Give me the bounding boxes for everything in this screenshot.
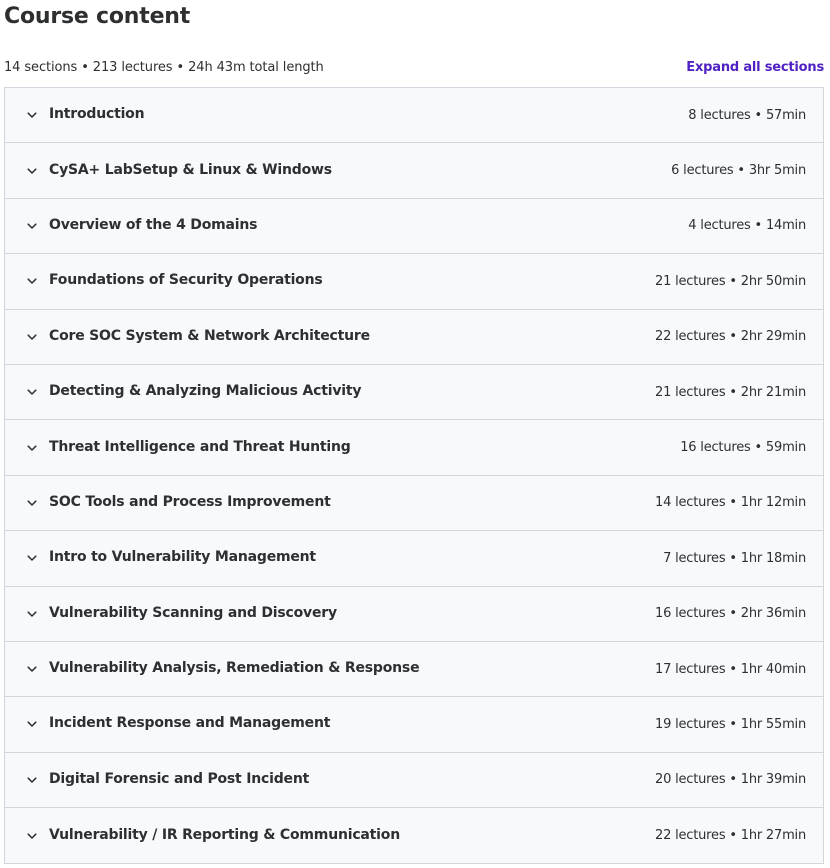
chevron-down-icon — [25, 551, 39, 565]
section-meta: 21 lectures • 2hr 21min — [655, 384, 806, 400]
chevron-down-icon — [25, 385, 39, 399]
chevron-down-icon — [25, 219, 39, 233]
section-row-10[interactable]: Vulnerability Scanning and Discovery 16 … — [5, 586, 823, 642]
section-title: Vulnerability Analysis, Remediation & Re… — [49, 660, 420, 677]
section-row-1[interactable]: Introduction 8 lectures • 57min — [5, 88, 823, 144]
section-row-5[interactable]: Core SOC System & Network Architecture 2… — [5, 309, 823, 365]
section-meta: 22 lectures • 2hr 29min — [655, 329, 806, 345]
section-meta: 20 lectures • 1hr 39min — [655, 772, 806, 788]
section-row-9[interactable]: Intro to Vulnerability Management 7 lect… — [5, 531, 823, 587]
section-title: Threat Intelligence and Threat Hunting — [49, 438, 351, 455]
section-meta: 17 lectures • 1hr 40min — [655, 661, 806, 677]
chevron-down-icon — [25, 496, 39, 510]
section-row-11[interactable]: Vulnerability Analysis, Remediation & Re… — [5, 641, 823, 698]
section-title: Foundations of Security Operations — [49, 272, 323, 289]
section-meta: 19 lectures • 1hr 55min — [655, 716, 806, 732]
section-title: Detecting & Analyzing Malicious Activity — [49, 383, 362, 400]
section-meta: 8 lectures • 57min — [688, 107, 806, 123]
section-meta: 21 lectures • 2hr 50min — [655, 273, 806, 289]
section-title: SOC Tools and Process Improvement — [49, 493, 331, 510]
section-title: CySA+ LabSetup & Linux & Windows — [49, 161, 332, 178]
chevron-down-icon — [25, 607, 39, 621]
section-row-7[interactable]: Threat Intelligence and Threat Hunting 1… — [5, 420, 823, 476]
section-row-4[interactable]: Foundations of Security Operations 21 le… — [5, 254, 823, 310]
page-title: Course content — [4, 4, 191, 29]
section-meta: 16 lectures • 59min — [680, 440, 806, 456]
section-row-13[interactable]: Digital Forensic and Post Incident 20 le… — [5, 752, 823, 809]
section-title: Vulnerability / IR Reporting & Communica… — [49, 826, 400, 843]
section-title: Incident Response and Management — [49, 715, 331, 732]
chevron-down-icon — [25, 717, 39, 731]
section-meta: 7 lectures • 1hr 18min — [663, 550, 806, 566]
chevron-down-icon — [25, 274, 39, 288]
section-title: Vulnerability Scanning and Discovery — [49, 604, 337, 621]
section-meta: 6 lectures • 3hr 5min — [671, 163, 806, 179]
chevron-down-icon — [25, 773, 39, 787]
section-title: Digital Forensic and Post Incident — [49, 770, 310, 787]
section-meta: 22 lectures • 1hr 27min — [655, 828, 806, 844]
chevron-down-icon — [25, 441, 39, 455]
section-title: Core SOC System & Network Architecture — [49, 327, 370, 344]
chevron-down-icon — [25, 829, 39, 843]
section-title: Introduction — [49, 106, 145, 123]
section-row-6[interactable]: Detecting & Analyzing Malicious Activity… — [5, 364, 823, 421]
section-meta: 14 lectures • 1hr 12min — [655, 495, 806, 511]
section-row-12[interactable]: Incident Response and Management 19 lect… — [5, 697, 823, 753]
expand-all-sections-button[interactable]: Expand all sections — [686, 60, 824, 75]
section-title: Intro to Vulnerability Management — [49, 549, 316, 566]
section-list: Introduction 8 lectures • 57min CySA+ La… — [4, 87, 824, 865]
chevron-down-icon — [25, 108, 39, 122]
course-summary-bar: 14 sections • 213 lectures • 24h 43m tot… — [4, 56, 824, 78]
chevron-down-icon — [25, 662, 39, 676]
section-meta: 16 lectures • 2hr 36min — [655, 606, 806, 622]
section-meta: 4 lectures • 14min — [688, 218, 806, 234]
section-row-2[interactable]: CySA+ LabSetup & Linux & Windows 6 lectu… — [5, 143, 823, 199]
section-row-8[interactable]: SOC Tools and Process Improvement 14 lec… — [5, 475, 823, 532]
chevron-down-icon — [25, 164, 39, 178]
course-summary: 14 sections • 213 lectures • 24h 43m tot… — [4, 59, 324, 75]
section-title: Overview of the 4 Domains — [49, 216, 258, 233]
chevron-down-icon — [25, 330, 39, 344]
section-row-14[interactable]: Vulnerability / IR Reporting & Communica… — [5, 808, 823, 864]
section-row-3[interactable]: Overview of the 4 Domains 4 lectures • 1… — [5, 198, 823, 255]
